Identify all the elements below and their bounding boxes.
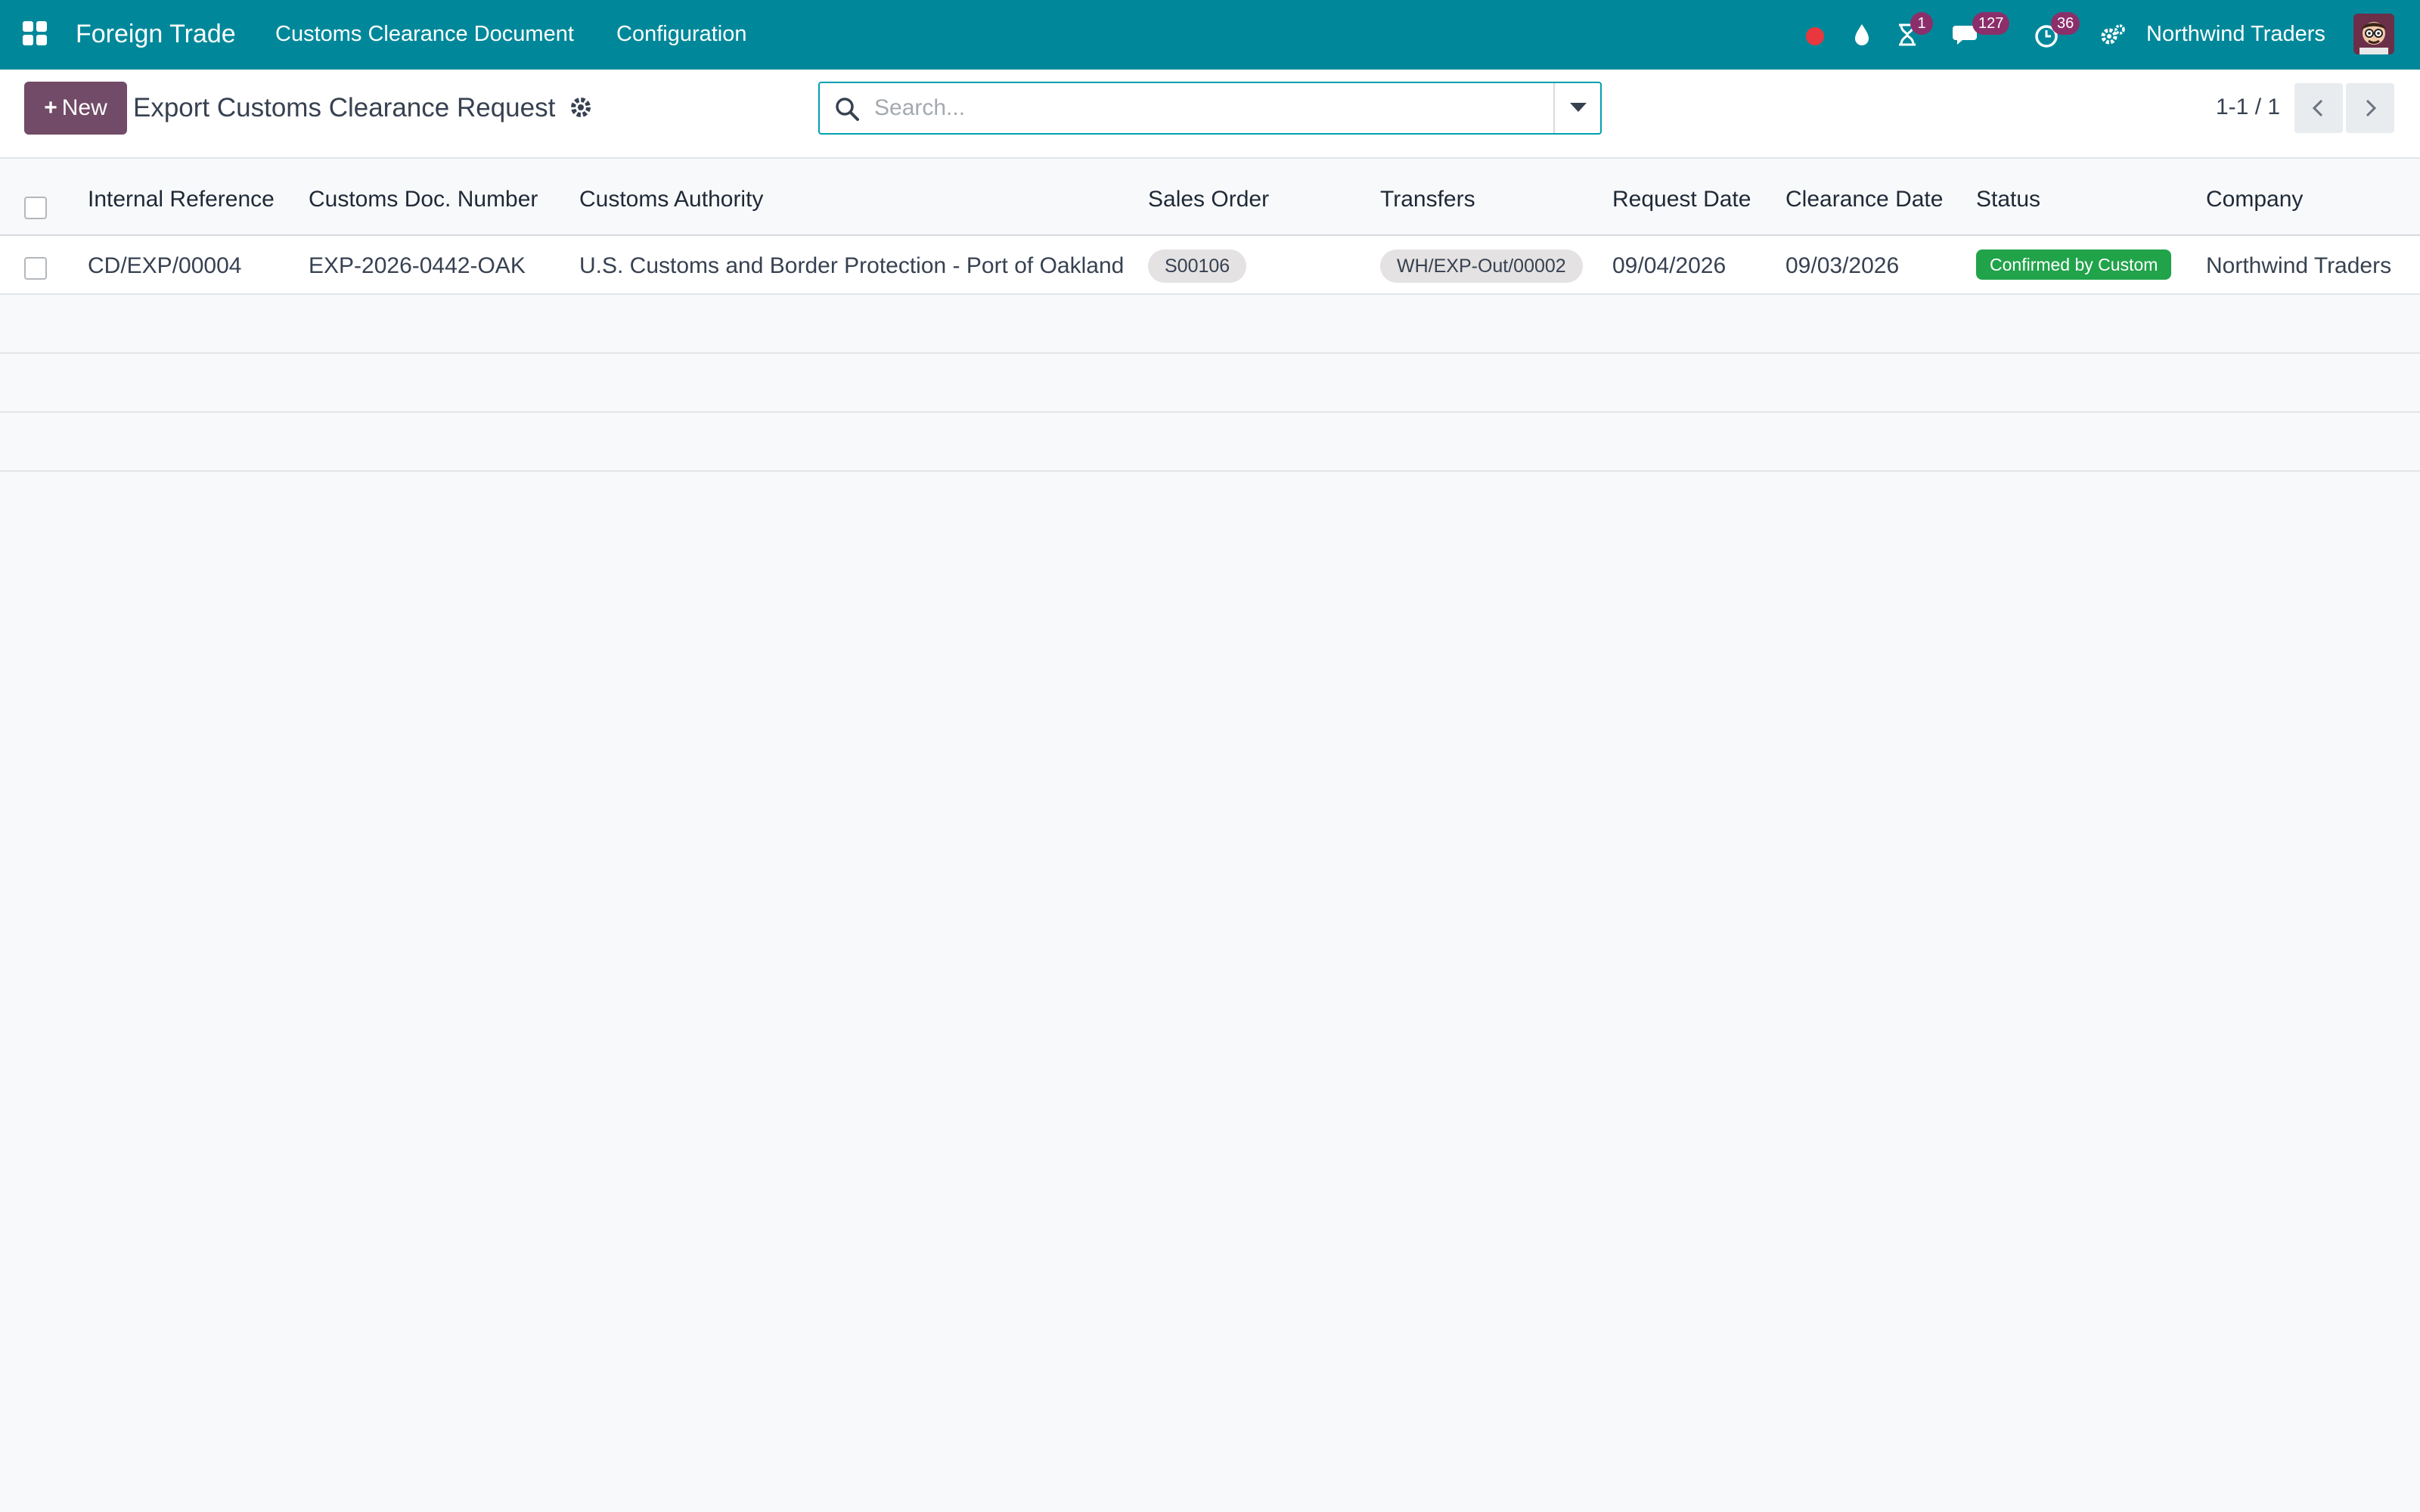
clock-icon[interactable]: 36 [2031,12,2080,51]
table-header: Internal Reference Customs Doc. Number C… [0,159,2420,236]
cell-clearance-date: 09/03/2026 [1786,253,1900,278]
cell-company: Northwind Traders [2206,253,2392,278]
menu-customs-clearance-document[interactable]: Customs Clearance Document [275,20,574,48]
search-input[interactable] [874,89,1525,127]
search-options-toggle[interactable] [1553,83,1600,133]
new-button-label: New [61,95,107,120]
plus-icon: + [44,95,57,120]
transfer-tag[interactable]: WH/EXP-Out/00002 [1380,249,1583,283]
record-dot-icon[interactable] [1800,18,1833,51]
messages-badge: 127 [1972,12,2010,35]
column-header-clearance-date[interactable]: Clearance Date [1786,184,1943,215]
activity-hourglass-icon[interactable]: 1 [1891,12,1933,51]
control-panel: +New Export Customs Clearance Request 1-… [0,70,2420,159]
column-header-internal-reference[interactable]: Internal Reference [88,184,275,215]
pager-previous-button[interactable] [2294,83,2343,133]
column-header-transfers[interactable]: Transfers [1380,184,1475,215]
sales-order-tag[interactable]: S00106 [1148,249,1247,283]
list-view: Internal Reference Customs Doc. Number C… [0,159,2420,472]
chevron-left-icon [2312,99,2323,117]
pager-next-button[interactable] [2346,83,2394,133]
chevron-right-icon [2366,99,2377,117]
app-name[interactable]: Foreign Trade [76,17,236,51]
drop-icon[interactable] [1845,18,1879,51]
select-all-checkbox[interactable] [24,197,47,219]
column-header-request-date[interactable]: Request Date [1612,184,1751,215]
page-title: Export Customs Clearance Request [133,93,556,122]
gear-icon[interactable] [566,92,596,122]
column-header-customs-authority[interactable]: Customs Authority [579,184,763,215]
column-header-status[interactable]: Status [1976,184,2040,215]
company-switcher[interactable]: Northwind Traders [2146,20,2325,48]
top-navbar: Foreign Trade Customs Clearance Document… [0,0,2420,70]
app-grid-icon[interactable] [23,21,48,47]
column-header-company[interactable]: Company [2206,184,2303,215]
activity-badge: 1 [1910,12,1933,35]
table-row[interactable]: CD/EXP/00004 EXP-2026-0442-OAK U.S. Cust… [0,236,2420,295]
clock-badge: 36 [2051,12,2080,35]
cell-internal-reference: CD/EXP/00004 [88,253,242,278]
status-badge: Confirmed by Custom [1976,249,2172,280]
row-checkbox[interactable] [24,257,47,280]
cell-customs-doc-number: EXP-2026-0442-OAK [309,253,526,278]
empty-row [0,354,2420,413]
pager-value[interactable]: 1-1 / 1 [2216,92,2280,122]
messages-chat-icon[interactable]: 127 [1951,12,2010,51]
search-bar [818,82,1602,135]
menu-configuration[interactable]: Configuration [616,20,747,48]
new-button[interactable]: + New [24,82,127,135]
user-avatar[interactable] [2353,14,2394,54]
settings-gears-icon[interactable] [2096,18,2130,51]
column-header-sales-order[interactable]: Sales Order [1148,184,1269,215]
cell-customs-authority: U.S. Customs and Border Protection - Por… [579,253,1125,278]
cell-request-date: 09/04/2026 [1612,253,1727,278]
empty-row [0,295,2420,354]
column-header-customs-doc-number[interactable]: Customs Doc. Number [309,184,538,215]
search-icon [833,95,861,122]
empty-row [0,413,2420,472]
